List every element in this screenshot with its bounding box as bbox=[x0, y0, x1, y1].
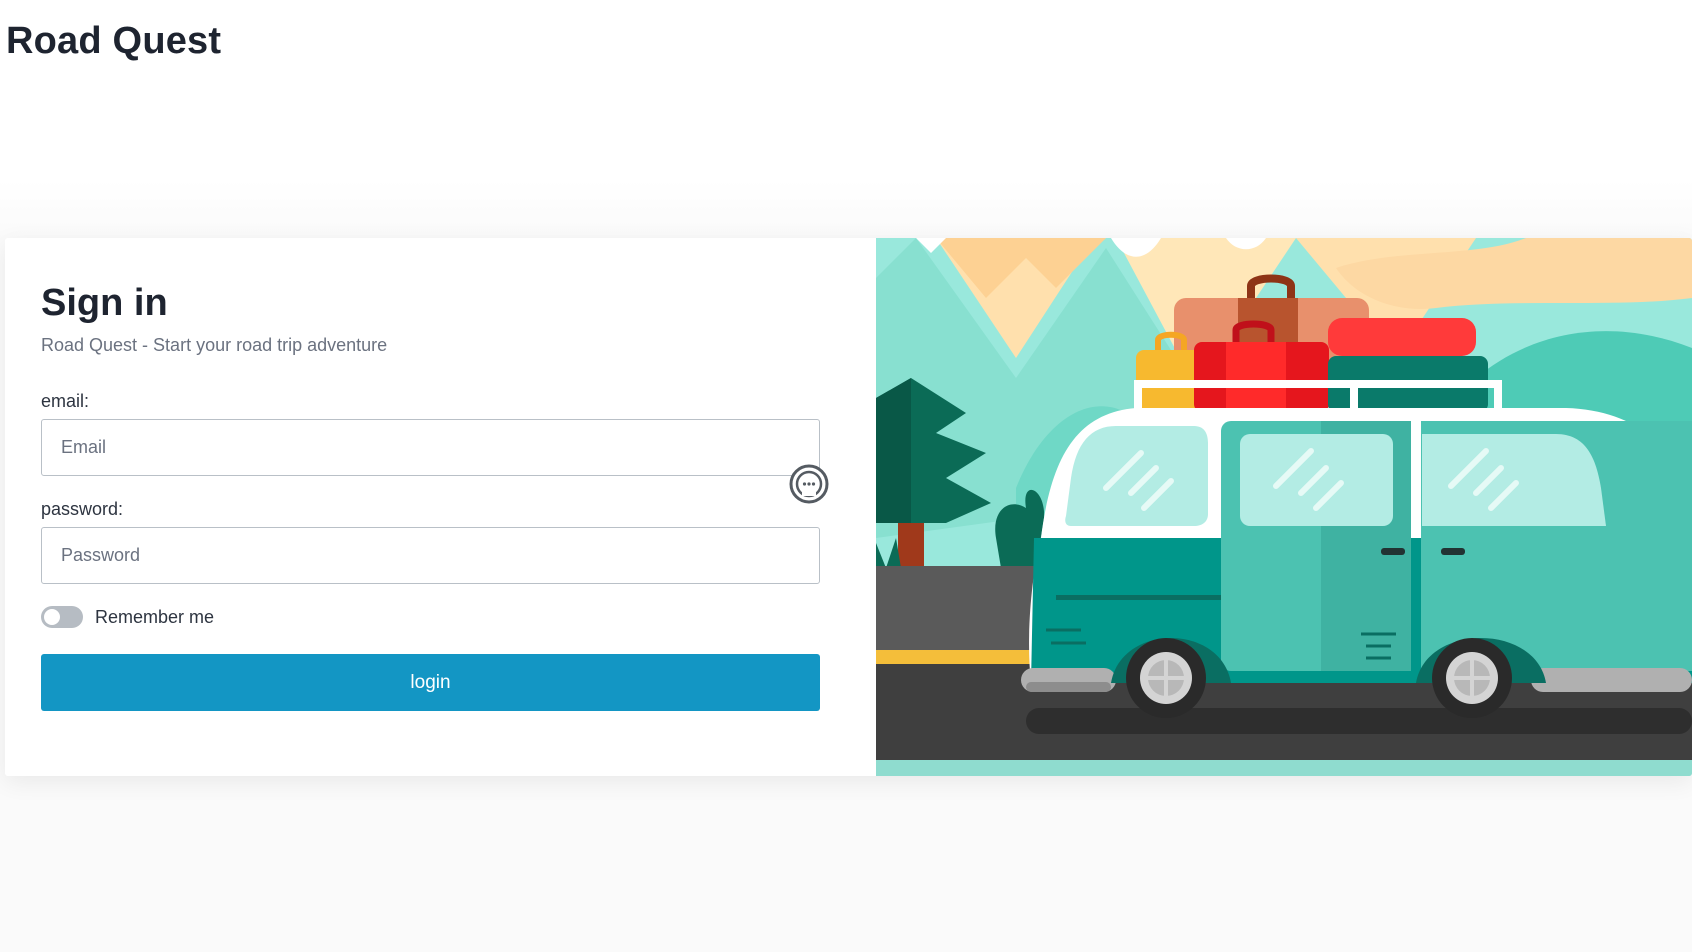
signin-form: Sign in Road Quest - Start your road tri… bbox=[5, 238, 876, 776]
app-title: Road Quest bbox=[6, 20, 222, 62]
signin-subtitle: Road Quest - Start your road trip advent… bbox=[41, 335, 388, 355]
password-field[interactable] bbox=[41, 527, 820, 584]
van-illustration bbox=[876, 238, 1692, 776]
email-label: email: bbox=[41, 391, 90, 411]
signin-heading: Sign in bbox=[41, 282, 168, 324]
login-button[interactable]: login bbox=[41, 654, 820, 711]
remember-me-toggle[interactable] bbox=[41, 606, 83, 628]
remember-me-row: Remember me bbox=[41, 606, 214, 628]
password-manager-icon[interactable] bbox=[789, 464, 829, 504]
remember-me-label[interactable]: Remember me bbox=[95, 607, 214, 628]
login-page: Road Quest Sign in Road Quest - Start yo… bbox=[0, 0, 1692, 952]
signin-card: Sign in Road Quest - Start your road tri… bbox=[5, 238, 1692, 776]
toggle-knob bbox=[44, 609, 60, 625]
password-label: password: bbox=[41, 499, 124, 519]
email-field[interactable] bbox=[41, 419, 820, 476]
